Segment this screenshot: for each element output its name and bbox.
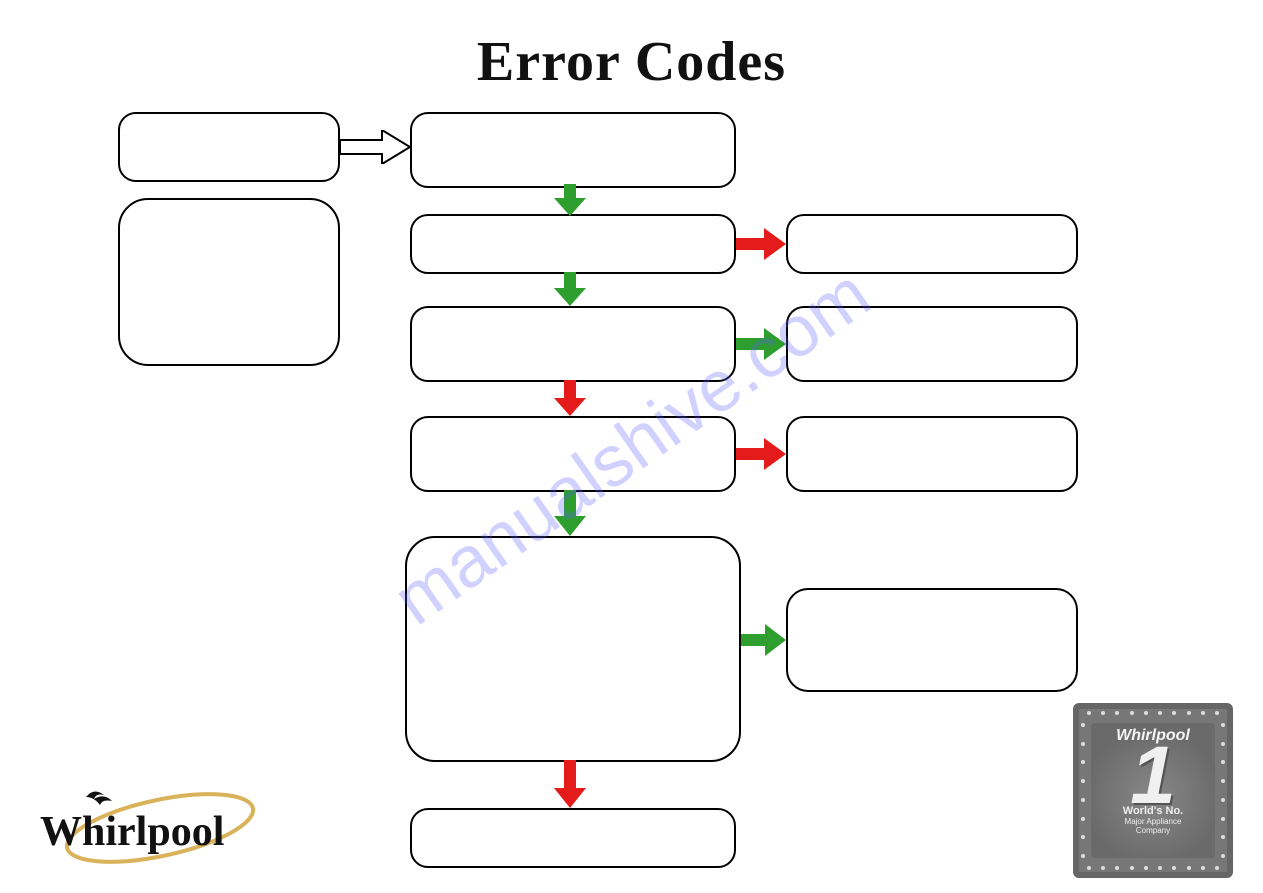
arrow-down-green-icon: [554, 272, 586, 306]
arrow-right-red-icon: [736, 228, 786, 260]
page-title: Error Codes: [0, 30, 1263, 94]
arrow-down-red-icon: [554, 760, 586, 808]
box-b7: [405, 536, 741, 762]
box-b5: [410, 306, 736, 382]
box-b3: [410, 112, 736, 188]
arrow-right-green-icon: [741, 624, 786, 656]
badge-line1: World's No.: [1091, 805, 1215, 817]
worlds-no1-badge: Whirlpool 1 World's No. Major Appliance …: [1073, 703, 1233, 878]
arrow-right-green-icon: [736, 328, 786, 360]
box-b2: [118, 198, 340, 366]
diagram-stage: Error Codes manualshive.com: [0, 0, 1263, 893]
brand-text: Whirlpool: [40, 809, 224, 855]
box-b8: [410, 808, 736, 868]
whirlpool-logo: Whirlpool: [30, 783, 260, 873]
badge-line3: Company: [1091, 826, 1215, 835]
box-b11: [786, 416, 1078, 492]
box-b4: [410, 214, 736, 274]
box-b12: [786, 588, 1078, 692]
arrow-down-green-icon: [554, 490, 586, 536]
badge-number: 1: [1091, 741, 1215, 811]
arrow-down-green-icon: [554, 184, 586, 216]
badge-line2: Major Appliance: [1091, 817, 1215, 826]
arrow-outline-right-icon: [340, 130, 410, 164]
arrow-down-red-icon: [554, 380, 586, 416]
arrow-right-red-icon: [736, 438, 786, 470]
box-b6: [410, 416, 736, 492]
box-b10: [786, 306, 1078, 382]
box-b1: [118, 112, 340, 182]
box-b9: [786, 214, 1078, 274]
